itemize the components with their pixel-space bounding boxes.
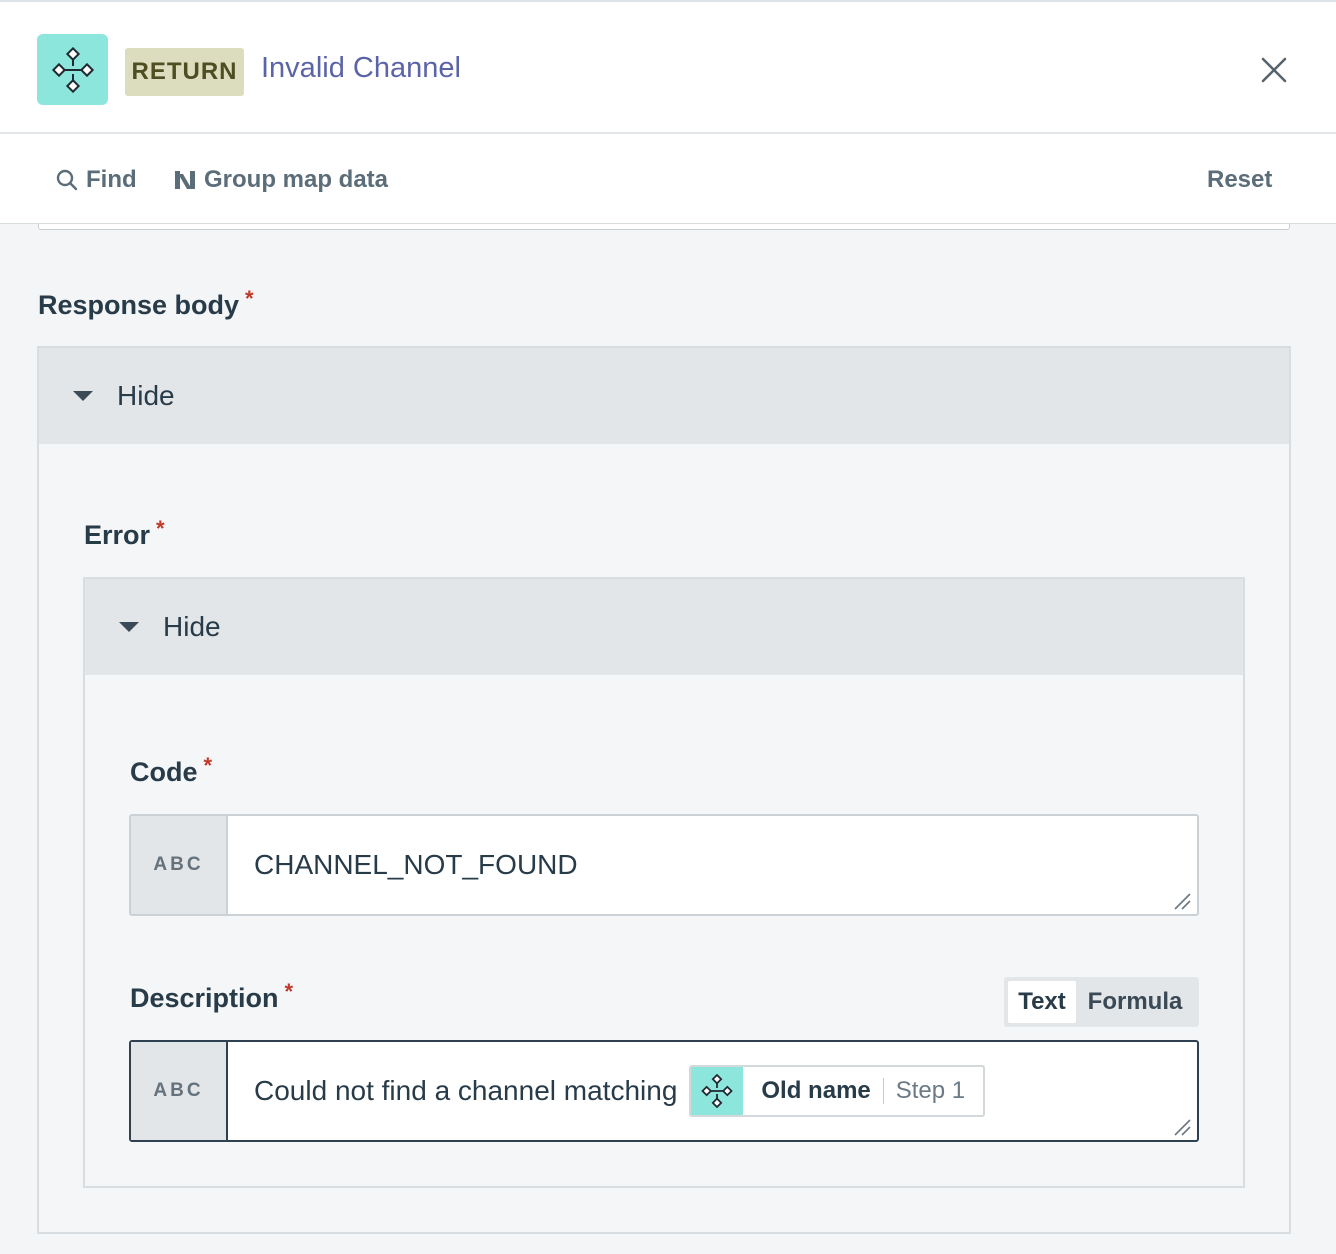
response-body-label: Response body *	[38, 286, 254, 320]
caret-down-icon	[119, 622, 139, 632]
type-tag: ABC	[131, 1042, 228, 1140]
workflow-diagram-icon	[691, 1067, 744, 1115]
text-mode-option[interactable]: Text	[1008, 981, 1076, 1023]
code-label: Code *	[130, 753, 213, 787]
required-mark: *	[156, 516, 165, 541]
find-button[interactable]: Find	[56, 164, 137, 196]
reset-button[interactable]: Reset	[1207, 164, 1272, 196]
response-body-toggle[interactable]: Hide	[39, 348, 1289, 444]
description-input[interactable]: Could not find a channel matching Old na…	[228, 1042, 1197, 1140]
group-map-data-button[interactable]: Group map data	[174, 164, 388, 196]
error-label: Error *	[84, 516, 165, 550]
previous-field-edge	[38, 224, 1290, 230]
description-label: Description *	[130, 979, 294, 1013]
required-mark: *	[203, 753, 213, 778]
error-toggle[interactable]: Hide	[85, 579, 1243, 675]
code-field[interactable]: ABC CHANNEL_NOT_FOUND	[129, 814, 1199, 916]
text-formula-toggle: Text Formula	[1004, 977, 1199, 1027]
resize-handle-icon[interactable]	[1173, 892, 1191, 910]
code-input[interactable]: CHANNEL_NOT_FOUND	[228, 816, 1197, 914]
return-badge: RETURN	[125, 48, 244, 96]
datapill-old-name[interactable]: Old name Step 1	[689, 1065, 986, 1117]
close-icon[interactable]	[1256, 52, 1292, 88]
formula-mode-option[interactable]: Formula	[1076, 981, 1194, 1023]
resize-handle-icon[interactable]	[1173, 1118, 1191, 1136]
group-map-icon	[175, 171, 195, 189]
hide-label: Hide	[163, 611, 221, 642]
workflow-diagram-icon	[37, 34, 108, 105]
step-title[interactable]: Invalid Channel	[261, 52, 461, 85]
type-tag: ABC	[131, 816, 228, 914]
pill-field-name: Old name	[761, 1077, 871, 1104]
find-label: Find	[86, 166, 137, 193]
pill-step: Step 1	[895, 1077, 966, 1104]
group-map-label: Group map data	[204, 166, 389, 193]
required-mark: *	[284, 979, 294, 1004]
panel-header: RETURN Invalid Channel	[0, 0, 1336, 134]
description-field[interactable]: ABC Could not find a channel matching Ol…	[129, 1040, 1199, 1142]
code-value: CHANNEL_NOT_FOUND	[254, 849, 578, 880]
caret-down-icon	[73, 391, 93, 401]
toolbar: Find Group map data Reset	[0, 134, 1336, 224]
hide-label: Hide	[117, 380, 175, 411]
search-icon	[56, 169, 78, 191]
description-text: Could not find a channel matching	[254, 1075, 678, 1106]
required-mark: *	[245, 286, 254, 311]
